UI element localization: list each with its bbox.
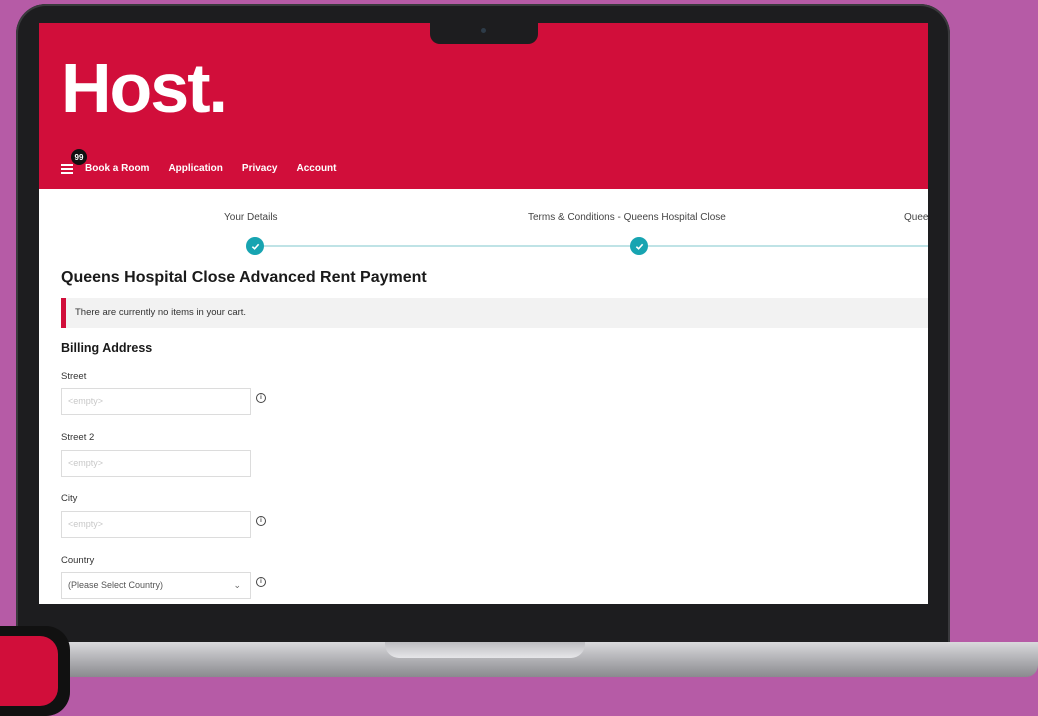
nav-privacy[interactable]: Privacy: [242, 163, 278, 174]
empty-cart-alert: There are currently no items in your car…: [61, 298, 928, 328]
step-label-terms[interactable]: Terms & Conditions - Queens Hospital Clo…: [528, 212, 726, 223]
street2-label: Street 2: [61, 432, 95, 443]
phone-screen: [0, 636, 58, 706]
phone-device: [0, 626, 70, 716]
main-nav: Book a Room Application Privacy Account: [61, 163, 356, 174]
progress-stepper: Your Details Terms & Conditions - Queens…: [39, 189, 928, 267]
menu-icon[interactable]: [61, 163, 73, 174]
laptop-base: [40, 642, 1038, 677]
camera-icon: [481, 28, 486, 33]
nav-book-a-room[interactable]: Book a Room: [85, 163, 149, 174]
step-label-your-details[interactable]: Your Details: [224, 212, 278, 223]
camera-notch: [430, 22, 538, 44]
page-title: Queens Hospital Close Advanced Rent Paym…: [61, 269, 427, 286]
country-label: Country: [61, 555, 95, 566]
step-2-check-icon: [630, 237, 648, 255]
host-logo[interactable]: Host.: [61, 53, 228, 123]
country-select[interactable]: (Please Select Country) ⌄: [61, 572, 251, 599]
city-label: City: [61, 493, 78, 504]
browser-screen: Host. 99 Book a Room Application Privacy…: [39, 23, 928, 604]
nav-account[interactable]: Account: [297, 163, 337, 174]
chevron-down-icon: ⌄: [233, 580, 241, 590]
site-header: Host. 99 Book a Room Application Privacy…: [39, 23, 928, 189]
laptop-base-groove: [385, 642, 585, 658]
country-info-icon[interactable]: i: [256, 577, 266, 587]
street-label: Street: [61, 371, 87, 382]
stepper-line: [254, 245, 928, 247]
nav-application[interactable]: Application: [168, 163, 222, 174]
city-input[interactable]: <empty>: [61, 511, 251, 538]
street-info-icon[interactable]: i: [256, 393, 266, 403]
step-1-check-icon: [246, 237, 264, 255]
billing-address-heading: Billing Address: [61, 341, 153, 355]
street2-input[interactable]: <empty>: [61, 450, 251, 477]
step-label-third[interactable]: Quee: [904, 212, 928, 223]
alert-text: There are currently no items in your car…: [75, 307, 247, 318]
country-select-value: (Please Select Country): [68, 580, 164, 590]
street-input[interactable]: <empty>: [61, 388, 251, 415]
city-info-icon[interactable]: i: [256, 516, 266, 526]
